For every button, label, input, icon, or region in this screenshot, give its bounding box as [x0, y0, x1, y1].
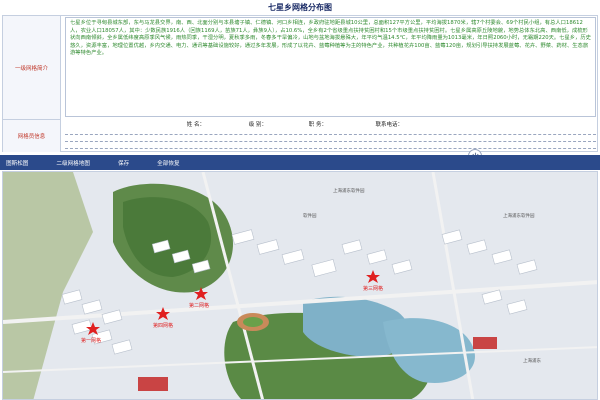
grid-marker-label: 第二网格	[189, 302, 209, 309]
grid-marker-label: 第一网格	[81, 337, 101, 344]
intro-textarea[interactable]: 七星乡位于寻甸县城东部，东与马龙县交界，南、西、北面分别与本县塘子镇、仁德镇、河…	[65, 17, 596, 117]
road-label: 软件园	[303, 212, 317, 219]
staff-job-label: 职 务：	[308, 122, 327, 128]
staff-row-line[interactable]	[65, 142, 596, 149]
map-area[interactable]: 上海浦东软件园 上海浦东软件园 软件园 上海浦东 第一网格 第二网格 第三网格 …	[2, 171, 598, 400]
staff-label: 网格员信息	[3, 119, 61, 152]
grid-marker-label: 第三网格	[363, 285, 383, 292]
grid-marker-label: 第四网格	[153, 322, 173, 329]
road-label: 上海浦东软件园	[333, 187, 365, 194]
staff-row-line[interactable]	[65, 128, 596, 135]
page-title: 七星乡网格分布图	[268, 3, 332, 12]
toolbar: 图斯松图 二级网格地图 保存 全部恢复	[0, 155, 600, 170]
restore-all-button[interactable]: 全部恢复	[157, 159, 179, 167]
staff-name-label: 姓 名：	[186, 122, 205, 128]
staff-info-area: 姓 名： 级 别： 职 务： 联系电话：	[65, 120, 596, 151]
toolbar-item[interactable]: 图斯松图	[6, 159, 28, 167]
info-table: 一级网格简介 七星乡位于寻甸县城东部，东与马龙县交界，南、西、北面分别与本县塘子…	[2, 15, 598, 152]
save-button[interactable]: 保存	[118, 159, 129, 167]
staff-rank-label: 级 别：	[248, 122, 267, 128]
staff-phone-label: 联系电话：	[375, 122, 403, 128]
intro-label: 一级网格简介	[3, 16, 61, 119]
road-label: 上海浦东软件园	[503, 212, 535, 219]
staff-row-line[interactable]	[65, 135, 596, 142]
staff-header-row: 姓 名： 级 别： 职 务： 联系电话：	[65, 120, 596, 128]
toolbar-item[interactable]: 二级网格地图	[56, 159, 90, 167]
road-label: 上海浦东	[523, 357, 541, 364]
campus-map-image: 上海浦东软件园 上海浦东软件园 软件园 上海浦东 第一网格 第二网格 第三网格 …	[3, 172, 597, 399]
